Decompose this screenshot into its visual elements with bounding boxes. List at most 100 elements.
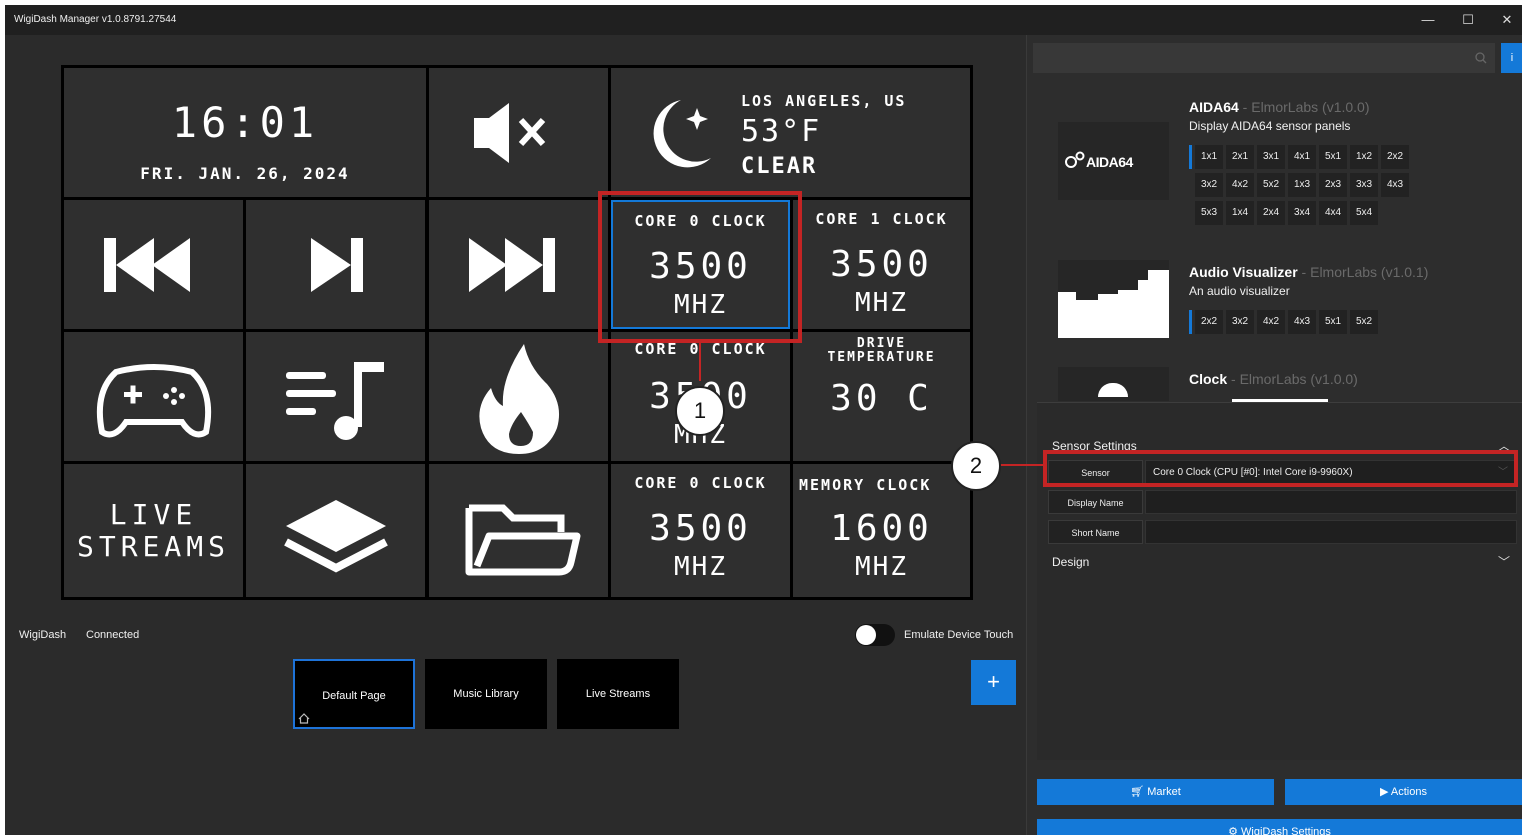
core1-clock-tile[interactable]: CORE 1 CLOCK 3500 MHZ xyxy=(793,200,970,329)
display-name-input[interactable] xyxy=(1145,490,1517,514)
market-button[interactable]: 🛒︎ Market xyxy=(1037,779,1274,805)
window-title: WigiDash Manager v1.0.8791.27544 xyxy=(14,14,177,25)
title-bar: WigiDash Manager v1.0.8791.27544 — ☐ ✕ xyxy=(5,5,1522,35)
aida64-logo-text: AIDA64 xyxy=(1086,154,1133,170)
size-option-4x1[interactable]: 4x1 xyxy=(1288,145,1316,169)
weather-temp: 53°F xyxy=(741,114,822,149)
display-name-label: Display Name xyxy=(1048,490,1143,514)
size-option-4x2[interactable]: 4x2 xyxy=(1226,173,1254,197)
moon-stars-icon xyxy=(653,100,711,168)
size-option-4x2[interactable]: 4x2 xyxy=(1257,310,1285,334)
size-option-4x4[interactable]: 4x4 xyxy=(1319,201,1347,225)
highlight-box-1 xyxy=(598,191,802,343)
folder-tile[interactable] xyxy=(429,464,608,597)
fast-forward-tile[interactable] xyxy=(429,200,608,329)
next-track-tile[interactable] xyxy=(246,200,425,329)
clock-author: - ElmorLabs (v1.0.0) xyxy=(1227,371,1358,387)
size-option-1x4[interactable]: 1x4 xyxy=(1226,201,1254,225)
emulate-touch-label: Emulate Device Touch xyxy=(904,629,1014,641)
drive-temperature-tile[interactable]: DRIVE TEMPERATURE 30 C xyxy=(793,332,970,461)
size-option-1x2[interactable]: 1x2 xyxy=(1350,145,1378,169)
actions-button[interactable]: ▶ Actions xyxy=(1285,779,1522,805)
size-option-5x2[interactable]: 5x2 xyxy=(1257,173,1285,197)
selected-size-indicator xyxy=(1189,145,1192,169)
size-option-5x3[interactable]: 5x3 xyxy=(1195,201,1223,225)
callout-line-1 xyxy=(699,343,701,381)
live-streams-tile[interactable]: LIVE STREAMS xyxy=(64,464,243,597)
clock-widget-title[interactable]: Clock - ElmorLabs (v1.0.0) xyxy=(1189,371,1358,387)
design-header[interactable]: Design xyxy=(1052,555,1089,569)
page-tab-label: Music Library xyxy=(453,688,519,700)
size-option-2x3[interactable]: 2x3 xyxy=(1319,173,1347,197)
core0c-unit: MHZ xyxy=(674,552,727,582)
size-option-3x2[interactable]: 3x2 xyxy=(1195,173,1223,197)
market-label: Market xyxy=(1147,786,1181,798)
aida64-logo: AIDA64 xyxy=(1058,122,1169,200)
size-option-4x3[interactable]: 4x3 xyxy=(1381,173,1409,197)
weather-city: LOS ANGELES, US xyxy=(741,92,907,110)
size-option-4x3[interactable]: 4x3 xyxy=(1288,310,1316,334)
size-option-2x1[interactable]: 2x1 xyxy=(1226,145,1254,169)
size-option-5x1[interactable]: 5x1 xyxy=(1319,145,1347,169)
info-button[interactable]: i xyxy=(1501,43,1522,73)
callout-2: 2 xyxy=(951,441,1001,491)
page-tab-live[interactable]: Live Streams xyxy=(557,659,679,729)
clock-tile[interactable]: 16:01 FRI. JAN. 26, 2024 xyxy=(64,68,426,197)
next-track-icon xyxy=(311,238,363,292)
size-option-2x2[interactable]: 2x2 xyxy=(1195,310,1223,334)
page-tab-music[interactable]: Music Library xyxy=(425,659,547,729)
highlight-box-2 xyxy=(1043,450,1518,487)
size-option-5x2[interactable]: 5x2 xyxy=(1350,310,1378,334)
connection-status: Connected xyxy=(86,629,140,641)
device-name: WigiDash xyxy=(19,629,67,641)
layers-tile[interactable] xyxy=(246,464,425,597)
wigidash-settings-button[interactable]: ⚙ WigiDash Settings xyxy=(1037,819,1522,835)
core0-clock-tile-3[interactable]: CORE 0 CLOCK 3500 MHZ xyxy=(611,464,790,597)
clock-thumb xyxy=(1058,367,1169,401)
size-option-5x4[interactable]: 5x4 xyxy=(1350,201,1378,225)
emulate-touch-toggle[interactable] xyxy=(855,624,895,646)
app-window: WigiDash Manager v1.0.8791.27544 — ☐ ✕ 1… xyxy=(5,5,1522,835)
audio-widget-title[interactable]: Audio Visualizer - ElmorLabs (v1.0.1) xyxy=(1189,264,1428,280)
layers-icon xyxy=(284,500,388,573)
search-icon xyxy=(1475,52,1487,64)
audio-name: Audio Visualizer xyxy=(1189,264,1298,280)
size-option-3x1[interactable]: 3x1 xyxy=(1257,145,1285,169)
music-library-tile[interactable] xyxy=(246,332,425,461)
size-option-5x1[interactable]: 5x1 xyxy=(1319,310,1347,334)
callout-line-2 xyxy=(998,464,1043,466)
dashboard-grid: 16:01 FRI. JAN. 26, 2024 LOS ANGELES, US… xyxy=(61,65,973,600)
memory-value: 1600 xyxy=(830,508,933,549)
size-option-1x1[interactable]: 1x1 xyxy=(1195,145,1223,169)
page-tab-default[interactable]: Default Page xyxy=(293,659,415,729)
size-option-1x3[interactable]: 1x3 xyxy=(1288,173,1316,197)
chevron-down-icon[interactable]: ﹀ xyxy=(1498,553,1510,570)
previous-track-tile[interactable] xyxy=(64,200,243,329)
memory-clock-tile[interactable]: MEMORY CLOCK 1600 MHZ xyxy=(793,464,970,597)
size-option-2x4[interactable]: 2x4 xyxy=(1257,201,1285,225)
size-option-2x2[interactable]: 2x2 xyxy=(1381,145,1409,169)
size-option-3x3[interactable]: 3x3 xyxy=(1350,173,1378,197)
core1-label: CORE 1 CLOCK xyxy=(815,210,948,228)
minimize-button[interactable]: — xyxy=(1413,10,1443,30)
add-page-button[interactable]: + xyxy=(971,660,1016,705)
clock-date: FRI. JAN. 26, 2024 xyxy=(140,164,350,183)
folder-open-icon xyxy=(465,504,581,576)
gaming-tile[interactable] xyxy=(64,332,243,461)
maximize-button[interactable]: ☐ xyxy=(1453,10,1483,30)
close-button[interactable]: ✕ xyxy=(1492,10,1522,30)
settings-label: WigiDash Settings xyxy=(1241,826,1331,835)
fire-tile[interactable] xyxy=(429,332,608,461)
clock-dial-icon xyxy=(1098,383,1128,397)
aida64-widget-title[interactable]: AIDA64 - ElmorLabs (v1.0.0) xyxy=(1189,99,1370,115)
mute-tile[interactable] xyxy=(429,68,608,197)
weather-tile[interactable]: LOS ANGELES, US 53°F CLEAR xyxy=(611,68,970,197)
memory-unit: MHZ xyxy=(855,552,908,582)
page-tab-label: Default Page xyxy=(322,690,386,702)
settings-gear-icon: ⚙ xyxy=(1228,826,1242,835)
size-option-3x4[interactable]: 3x4 xyxy=(1288,201,1316,225)
gear-icon xyxy=(1065,151,1085,168)
short-name-input[interactable] xyxy=(1145,520,1517,544)
widget-search-input[interactable] xyxy=(1033,43,1495,73)
size-option-3x2[interactable]: 3x2 xyxy=(1226,310,1254,334)
